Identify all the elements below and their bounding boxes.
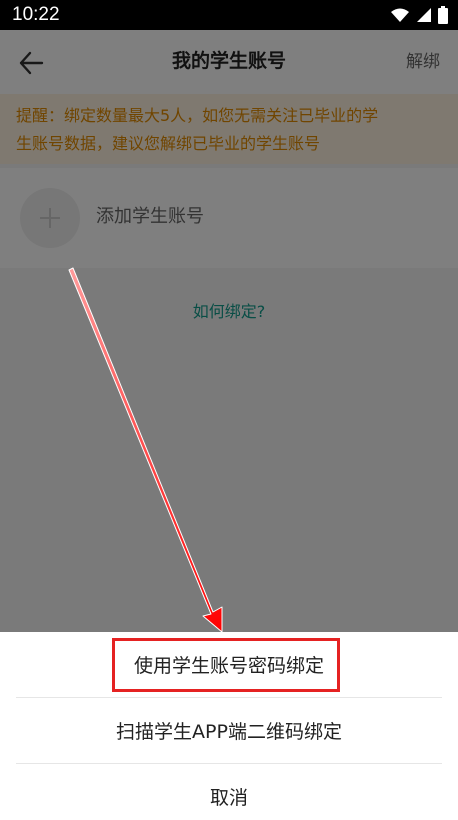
wifi-icon bbox=[391, 8, 409, 22]
status-bar: 10:22 bbox=[0, 0, 458, 30]
status-icons bbox=[390, 6, 448, 24]
battery-icon bbox=[438, 6, 448, 24]
bind-with-qr-code-option[interactable]: 扫描学生APP端二维码绑定 bbox=[16, 698, 442, 762]
cancel-option[interactable]: 取消 bbox=[16, 764, 442, 820]
bind-with-password-option[interactable]: 使用学生账号密码绑定 bbox=[16, 632, 442, 696]
status-time: 10:22 bbox=[12, 4, 60, 25]
phone-screen: 10:22 我的学生账号 解绑 提醒：绑定数量最大5人，如您无需关注已毕业的学 … bbox=[0, 0, 458, 820]
signal-icon bbox=[417, 8, 431, 22]
action-sheet: 使用学生账号密码绑定 扫描学生APP端二维码绑定 取消 bbox=[0, 632, 458, 820]
